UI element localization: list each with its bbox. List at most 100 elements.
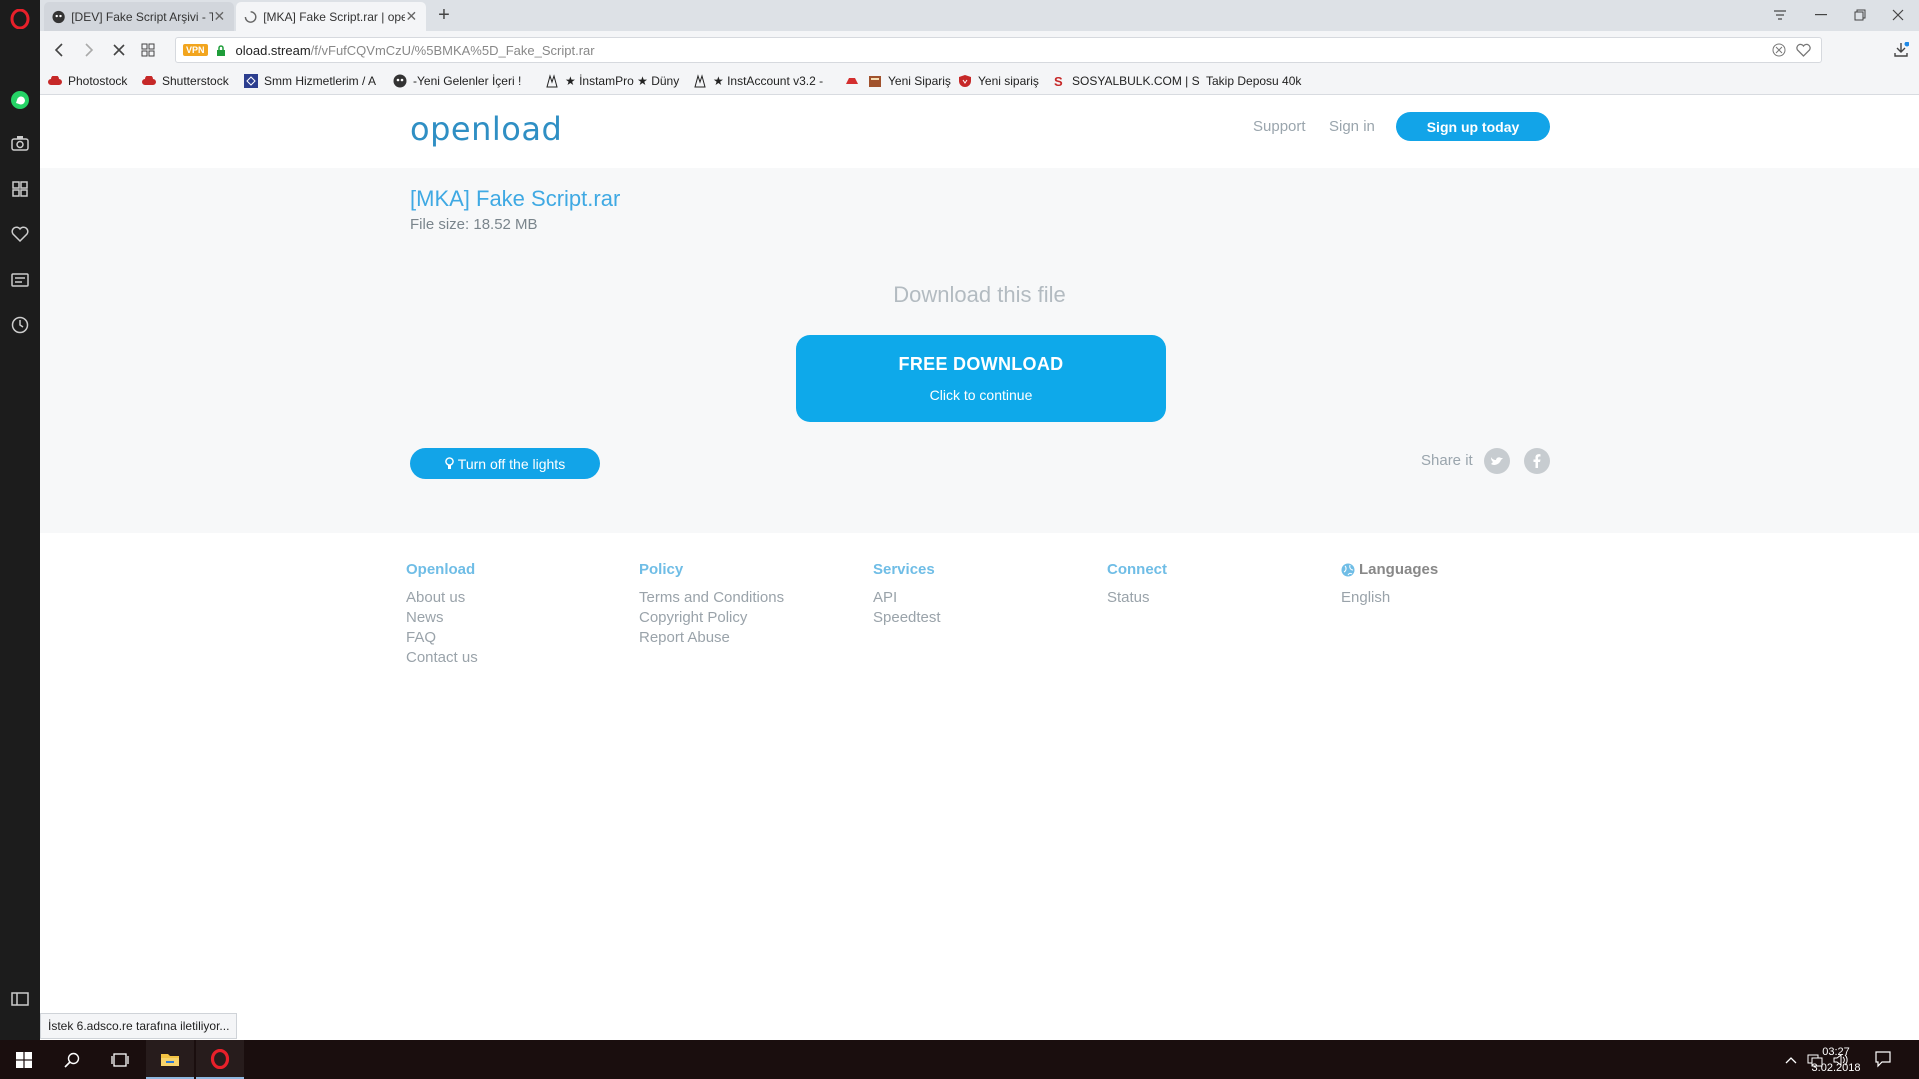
cloud-red-icon	[48, 74, 62, 88]
history-icon[interactable]	[8, 313, 32, 337]
site-footer: Openload About us News FAQ Contact us Po…	[40, 533, 1919, 1040]
click-to-continue-label: Click to continue	[929, 387, 1033, 403]
footer-link-terms[interactable]: Terms and Conditions	[639, 588, 784, 608]
ghost-icon	[393, 74, 407, 88]
character-icon	[693, 74, 707, 88]
bookmark-label: Yeni Sipariş	[888, 74, 951, 88]
footer-link-speedtest[interactable]: Speedtest	[873, 608, 941, 628]
bookmark-smm-hizmetlerim[interactable]: Smm Hizmetlerim / A	[244, 74, 376, 88]
task-view-icon[interactable]	[96, 1040, 144, 1079]
svg-text:S: S	[1054, 74, 1063, 88]
footer-link-copyright[interactable]: Copyright Policy	[639, 608, 784, 628]
lock-icon[interactable]	[216, 44, 226, 57]
bookmark-takip-deposu[interactable]: Takip Deposu 40k	[1186, 74, 1301, 88]
lightbulb-icon	[444, 457, 454, 469]
footer-link-about[interactable]: About us	[406, 588, 478, 608]
opera-logo-icon[interactable]	[8, 7, 32, 31]
twitter-icon[interactable]	[1484, 448, 1510, 474]
bookmark-yeni-gelenler[interactable]: -Yeni Gelenler İçeri !	[393, 74, 521, 88]
turn-off-lights-button[interactable]: Turn off the lights	[410, 448, 600, 479]
bookmark-label: SOSYALBULK.COM | S	[1072, 74, 1200, 88]
windows-start-icon[interactable]	[0, 1040, 48, 1079]
nav-support-link[interactable]: Support	[1253, 118, 1306, 135]
shield-red-icon	[958, 74, 972, 88]
red-hat-icon	[845, 74, 859, 88]
footer-link-contact[interactable]: Contact us	[406, 648, 478, 668]
nav-signin-link[interactable]: Sign in	[1329, 118, 1375, 135]
bookmark-yeni-siparis-2[interactable]: Yeni sipariş	[958, 74, 1039, 88]
close-icon[interactable]: ✕	[213, 8, 226, 25]
tab-mka-fake-script[interactable]: [MKA] Fake Script.rar | ope ✕	[236, 2, 426, 31]
minimize-icon[interactable]	[1801, 2, 1841, 28]
bookmark-photostock[interactable]: Photostock	[48, 74, 127, 88]
speed-dial-icon[interactable]	[8, 177, 32, 201]
tab-menu-icon[interactable]	[1760, 2, 1800, 28]
bookmark-sosyalbulk[interactable]: S SOSYALBULK.COM | S	[1052, 74, 1200, 88]
footer-link-status[interactable]: Status	[1107, 588, 1167, 608]
footer-link-english[interactable]: English	[1341, 588, 1438, 608]
chevron-up-icon[interactable]	[1785, 1056, 1797, 1064]
tab-strip: [DEV] Fake Script Arşivi - T ✕ [MKA] Fak…	[40, 0, 1919, 31]
tab-title: [DEV] Fake Script Arşivi - T	[71, 9, 213, 24]
clock-date: 3.02.2018	[1811, 1062, 1861, 1074]
free-download-button[interactable]: FREE DOWNLOAD Click to continue	[796, 335, 1166, 422]
camera-icon[interactable]	[8, 131, 32, 155]
openload-logo[interactable]: openload	[410, 110, 562, 148]
url-path: /f/vFufCQVmCzU/%5BMKA%5D_Fake_Script.rar	[310, 42, 595, 58]
footer-column-openload: Openload About us News FAQ Contact us	[406, 561, 478, 668]
footer-link-faq[interactable]: FAQ	[406, 628, 478, 648]
facebook-icon[interactable]	[1524, 448, 1550, 474]
bookmark-instampro[interactable]: ★ İnstamPro ★ Düny	[545, 74, 679, 88]
ad-block-icon[interactable]	[1772, 43, 1786, 57]
globe-icon	[1341, 563, 1355, 576]
whatsapp-icon[interactable]	[8, 88, 32, 112]
footer-link-api[interactable]: API	[873, 588, 941, 608]
clock-time: 03:27	[1822, 1046, 1850, 1058]
opera-taskbar-icon[interactable]	[196, 1040, 244, 1079]
download-heading: Download this file	[893, 282, 1066, 307]
footer-heading: Connect	[1107, 561, 1167, 578]
address-toolbar: VPN oload.stream/f/vFufCQVmCzU/%5BMKA%5D…	[40, 31, 1919, 69]
bookmark-red-hat[interactable]	[845, 74, 865, 88]
news-icon[interactable]	[8, 268, 32, 292]
close-icon[interactable]: ✕	[405, 8, 418, 25]
bookmark-instaccount[interactable]: ★ InstAccount v3.2 -	[693, 74, 823, 88]
bookmark-label: Shutterstock	[162, 74, 229, 88]
footer-link-news[interactable]: News	[406, 608, 478, 628]
file-size: File size: 18.52 MB	[410, 216, 538, 233]
download-icon[interactable]	[1890, 39, 1912, 61]
bookmark-heart-icon[interactable]	[1796, 43, 1811, 57]
share-label: Share it	[1421, 452, 1473, 469]
page-viewport: openload Support Sign in Sign up today […	[40, 96, 1919, 1040]
footer-link-report-abuse[interactable]: Report Abuse	[639, 628, 784, 648]
bookmark-label: Smm Hizmetlerim / A	[264, 74, 377, 88]
signup-button[interactable]: Sign up today	[1396, 112, 1550, 141]
heart-icon[interactable]	[8, 222, 32, 246]
footer-heading: Policy	[639, 561, 684, 578]
restore-icon[interactable]	[1840, 2, 1880, 28]
taskbar-clock[interactable]: 03:27 3.02.2018	[1806, 1044, 1866, 1076]
cloud-red-icon	[142, 74, 156, 88]
search-icon[interactable]	[48, 1040, 96, 1079]
notification-center-icon[interactable]	[1874, 1050, 1892, 1068]
bookmark-shutterstock[interactable]: Shutterstock	[142, 74, 229, 88]
new-tab-button[interactable]: +	[432, 4, 456, 28]
back-icon[interactable]	[48, 39, 70, 61]
file-explorer-icon[interactable]	[146, 1040, 194, 1079]
bookmark-label: ★ InstAccount v3.2 -	[713, 74, 824, 88]
sidebar-toggle-icon[interactable]	[8, 987, 32, 1011]
address-bar[interactable]: VPN oload.stream/f/vFufCQVmCzU/%5BMKA%5D…	[175, 37, 1822, 63]
vpn-badge[interactable]: VPN	[183, 44, 208, 56]
turn-off-lights-label: Turn off the lights	[457, 455, 566, 472]
bookmark-label: ★ İnstamPro ★ Düny	[565, 74, 680, 88]
bookmark-yeni-siparis-1[interactable]: Yeni Sipariş	[868, 74, 951, 88]
stop-loading-icon[interactable]	[108, 39, 130, 61]
footer-column-languages: Languages English	[1341, 561, 1438, 608]
close-window-icon[interactable]	[1878, 2, 1918, 28]
footer-heading: Openload	[406, 561, 476, 578]
tab-dev-fake-script[interactable]: [DEV] Fake Script Arşivi - T ✕	[44, 2, 234, 31]
tabs-overview-icon[interactable]	[137, 39, 159, 61]
smm-icon	[244, 74, 258, 88]
loading-spinner-icon	[244, 10, 257, 23]
forward-icon[interactable]	[78, 39, 100, 61]
